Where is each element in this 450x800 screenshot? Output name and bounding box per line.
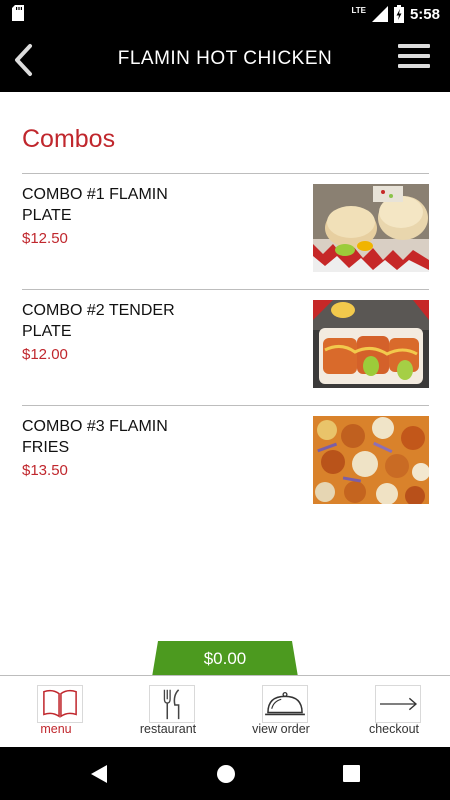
nav-label: view order xyxy=(252,722,310,736)
cloche-icon xyxy=(262,685,308,723)
item-name: COMBO #2 TENDER PLATE xyxy=(22,302,175,340)
nav-label: menu xyxy=(40,722,72,736)
tenders-food-photo xyxy=(313,300,429,388)
menu-line xyxy=(398,44,430,48)
nav-restaurant[interactable]: restaurant xyxy=(112,676,224,748)
page-title: FLAMIN HOT CHICKEN xyxy=(117,48,333,69)
fork-knife-icon xyxy=(149,685,195,723)
divider xyxy=(22,405,429,406)
menu-item-combo-2[interactable]: COMBO #2 TENDER PLATE $12.00 xyxy=(22,300,429,388)
hamburger-menu-button[interactable] xyxy=(398,44,430,72)
menu-item-combo-3[interactable]: COMBO #3 FLAMIN FRIES $13.50 xyxy=(22,416,429,504)
sliders-food-photo xyxy=(313,184,429,272)
divider xyxy=(22,289,429,290)
nav-menu[interactable]: menu xyxy=(0,676,112,748)
bottom-nav: menu restaurant view order checkout xyxy=(0,675,450,747)
item-name: COMBO #3 FLAMIN FRIES xyxy=(22,418,168,456)
book-icon xyxy=(37,685,83,723)
item-price: $13.50 xyxy=(22,462,68,479)
nav-view-order[interactable]: view order xyxy=(225,676,337,748)
divider xyxy=(22,173,429,174)
nav-checkout[interactable]: checkout xyxy=(338,676,450,748)
recents-square-icon[interactable] xyxy=(343,765,360,782)
app-bar: FLAMIN HOT CHICKEN xyxy=(0,28,450,92)
menu-item-combo-1[interactable]: COMBO #1 FLAMIN PLATE $12.50 xyxy=(22,184,429,272)
section-title: Combos xyxy=(22,125,116,153)
status-bar: LTE 5:58 xyxy=(0,0,450,28)
android-nav-bar xyxy=(0,747,450,800)
loaded-fries-food-photo xyxy=(313,416,429,504)
status-indicators: LTE 5:58 xyxy=(351,4,440,24)
cart-total: $0.00 xyxy=(203,649,247,668)
item-price: $12.00 xyxy=(22,346,68,363)
home-circle-icon[interactable] xyxy=(216,764,236,784)
item-price: $12.50 xyxy=(22,230,68,247)
item-name: COMBO #1 FLAMIN PLATE xyxy=(22,186,168,224)
back-triangle-icon[interactable] xyxy=(90,764,108,784)
cell-signal-icon xyxy=(371,6,388,22)
menu-line xyxy=(398,54,430,58)
cart-total-button[interactable]: $0.00 xyxy=(152,641,298,677)
clock: 5:58 xyxy=(409,5,440,23)
arrow-right-icon xyxy=(375,685,421,723)
network-type: LTE xyxy=(351,5,366,15)
battery-charging-icon xyxy=(393,5,404,23)
sd-card-icon xyxy=(12,5,24,21)
menu-line xyxy=(398,64,430,68)
nav-label: checkout xyxy=(368,722,420,736)
nav-label: restaurant xyxy=(139,722,197,736)
